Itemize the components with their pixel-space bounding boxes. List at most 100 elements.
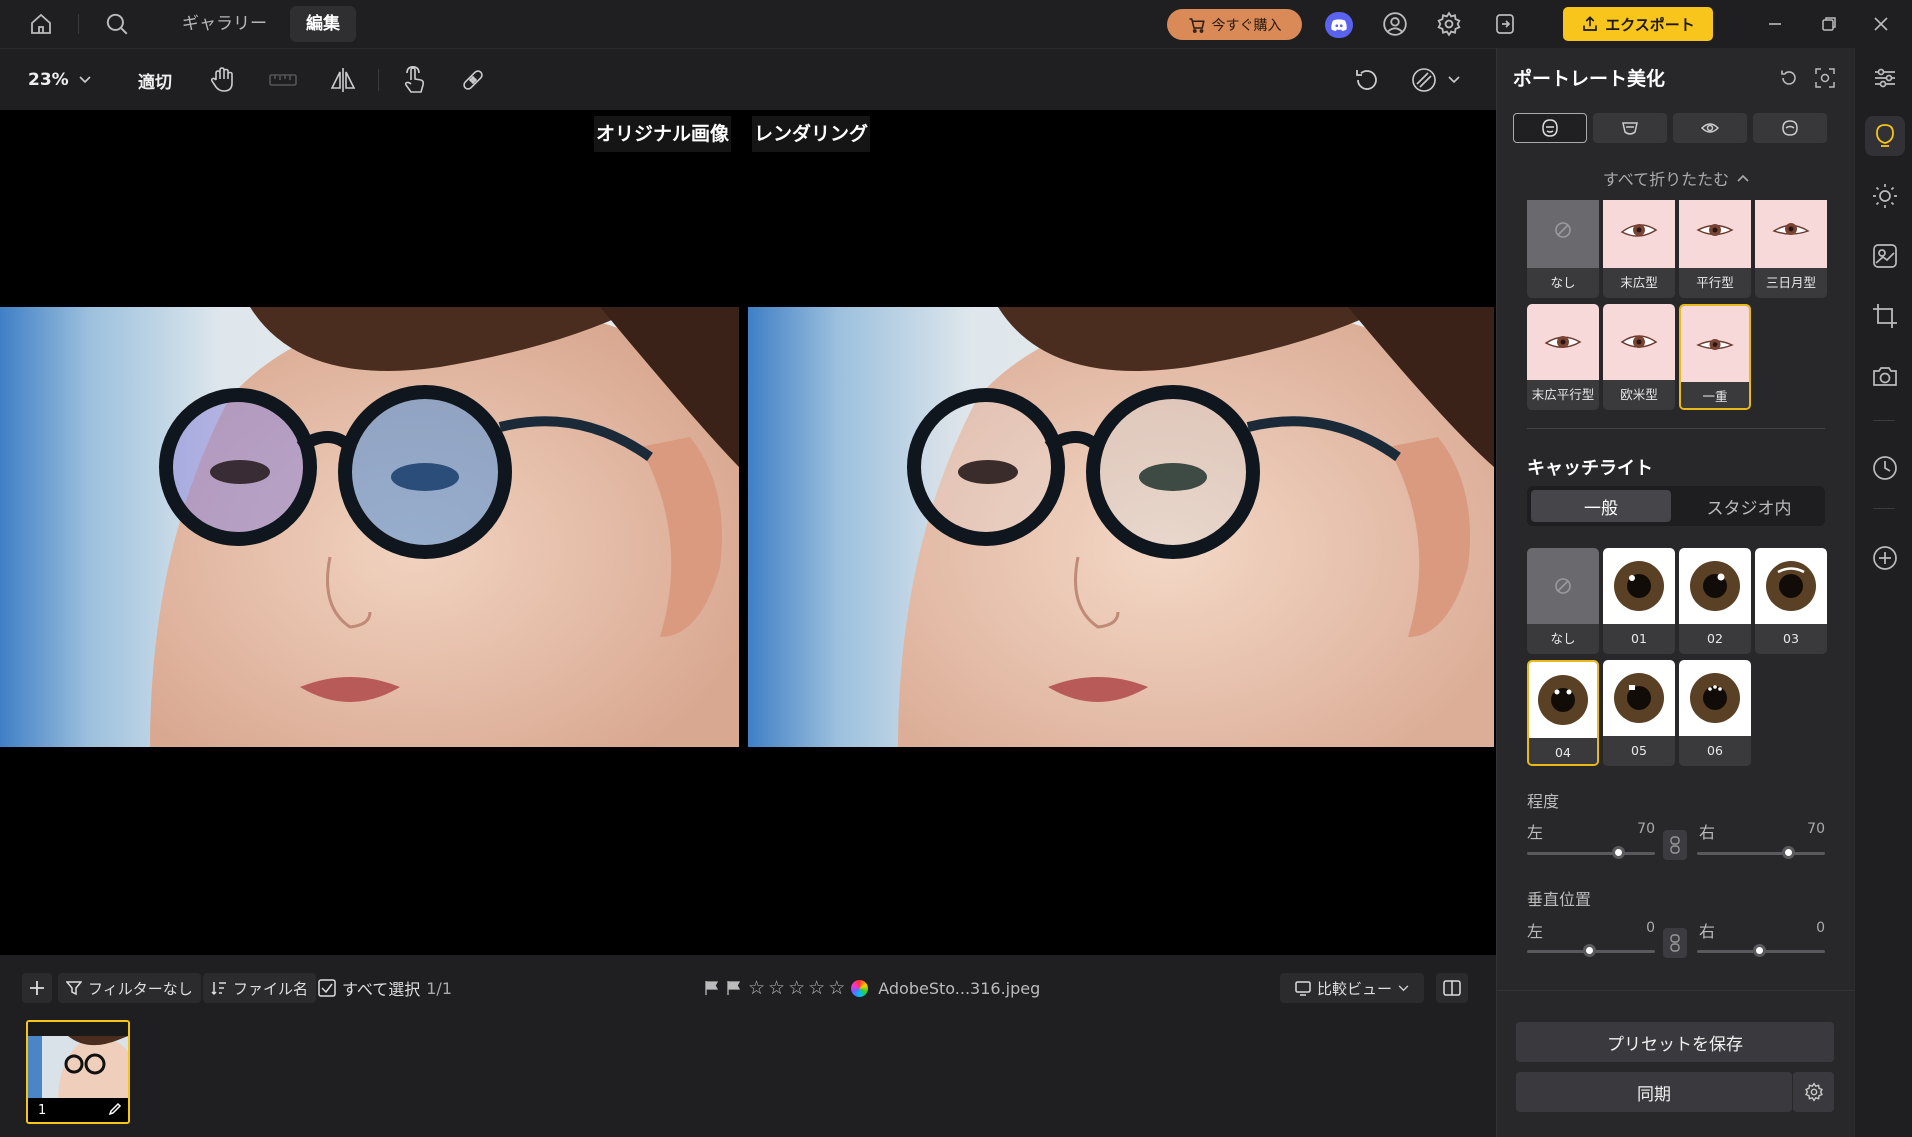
buy-now-button[interactable]: 今すぐ購入	[1167, 9, 1302, 40]
intensity-right-slider[interactable]	[1697, 852, 1825, 855]
link-sliders-button[interactable]	[1663, 928, 1687, 958]
star-icon[interactable]: ☆	[768, 977, 785, 999]
eye-preview-icon	[1681, 306, 1749, 382]
eye-shape-option[interactable]: なし	[1527, 200, 1599, 298]
panel-scroll-area[interactable]: なし 末広型 平行型 三日月型 末広平行型 欧米型 一重 キャッチライト 一般 …	[1497, 200, 1855, 990]
tab-makeup[interactable]	[1593, 113, 1667, 143]
vertical-left-handle[interactable]	[1583, 944, 1596, 957]
eye-shape-option[interactable]: 欧米型	[1603, 304, 1675, 410]
compare-mode-dropdown[interactable]	[1410, 62, 1460, 98]
hand-icon[interactable]	[208, 62, 236, 98]
makeup-icon	[1622, 122, 1638, 135]
face-detect-icon[interactable]	[1815, 68, 1835, 88]
camera-icon[interactable]	[1865, 356, 1905, 396]
export-button[interactable]: エクスポート	[1563, 7, 1713, 41]
intensity-left-slider[interactable]	[1527, 852, 1655, 855]
tab-face[interactable]	[1513, 113, 1587, 143]
eye-shape-label: 平行型	[1679, 268, 1751, 298]
eye-shape-option[interactable]: 末広型	[1603, 200, 1675, 298]
sync-button[interactable]: 同期	[1516, 1072, 1792, 1112]
catchlight-option[interactable]: 06	[1679, 660, 1751, 766]
restore-icon[interactable]	[1814, 9, 1844, 39]
color-label-icon[interactable]	[851, 979, 869, 997]
compare-view-dropdown[interactable]: 比較ビュー	[1280, 973, 1424, 1003]
overlay-icon	[1412, 68, 1436, 92]
chevron-down-icon	[79, 76, 91, 84]
top-bar: ギャラリー 編集 今すぐ購入 エクスポート	[0, 0, 1912, 48]
eye-shape-option[interactable]: 末広平行型	[1527, 304, 1599, 410]
reject-flag-icon[interactable]	[726, 980, 742, 996]
crop-icon[interactable]	[1865, 296, 1905, 336]
color-edit-icon[interactable]	[1865, 236, 1905, 276]
collapse-all-button[interactable]: すべて折りたたむ	[1497, 166, 1855, 190]
star-icon[interactable]: ☆	[828, 977, 845, 999]
link-sliders-button[interactable]	[1663, 830, 1687, 860]
minimize-icon[interactable]	[1760, 9, 1790, 39]
star-icon[interactable]: ☆	[748, 977, 765, 999]
catchlight-label: 04	[1529, 738, 1597, 764]
chevron-up-icon	[1737, 174, 1749, 182]
divider	[1497, 990, 1855, 991]
light-icon[interactable]	[1865, 176, 1905, 216]
star-icon[interactable]: ☆	[788, 977, 805, 999]
zoom-dropdown[interactable]: 23%	[28, 62, 91, 98]
eye-shape-option[interactable]: 三日月型	[1755, 200, 1827, 298]
add-circle-icon[interactable]	[1865, 538, 1905, 578]
search-icon[interactable]	[102, 9, 132, 39]
tab-body[interactable]	[1753, 113, 1827, 143]
split-view-button[interactable]	[1436, 973, 1468, 1003]
catchlight-mode-toggle: 一般 スタジオ内	[1527, 486, 1825, 526]
adjust-sliders-icon[interactable]	[1865, 58, 1905, 98]
star-rating[interactable]: ☆ ☆ ☆ ☆ ☆	[748, 977, 845, 999]
tab-eyes[interactable]	[1673, 113, 1747, 143]
eye-shape-label: 一重	[1681, 382, 1749, 408]
eye-shape-option-selected[interactable]: 一重	[1679, 304, 1751, 410]
image-canvas[interactable]: オリジナル画像 レンダリング	[0, 110, 1496, 955]
rendered-image-label: レンダリング	[752, 116, 871, 152]
account-icon[interactable]	[1380, 9, 1410, 39]
sort-label: ファイル名	[233, 979, 309, 998]
portrait-ai-icon[interactable]	[1865, 116, 1905, 156]
sign-out-icon[interactable]	[1490, 9, 1520, 39]
home-icon[interactable]	[26, 9, 56, 39]
catchlight-option[interactable]: 02	[1679, 548, 1751, 654]
star-icon[interactable]: ☆	[808, 977, 825, 999]
thumbnail[interactable]: 1	[26, 1020, 130, 1124]
eye-shape-option[interactable]: 平行型	[1679, 200, 1751, 298]
reset-icon[interactable]	[1352, 62, 1382, 98]
mode-studio[interactable]: スタジオ内	[1677, 490, 1821, 522]
intensity-right-value: 70	[1807, 821, 1825, 837]
settings-icon[interactable]	[1434, 9, 1464, 39]
flip-icon[interactable]	[328, 62, 358, 98]
bandage-icon[interactable]	[458, 62, 488, 98]
face-icon	[1542, 119, 1558, 137]
vertical-right-handle[interactable]	[1753, 944, 1766, 957]
select-all-checkbox[interactable]: すべて選択 1/1	[318, 973, 452, 1003]
eye-shape-label: 欧米型	[1603, 380, 1675, 410]
catchlight-option[interactable]: 03	[1755, 548, 1827, 654]
save-preset-button[interactable]: プリセットを保存	[1516, 1022, 1834, 1062]
intensity-left-handle[interactable]	[1612, 846, 1625, 859]
buy-now-label: 今すぐ購入	[1211, 17, 1282, 34]
catchlight-label: 01	[1603, 624, 1675, 654]
catchlight-option[interactable]: 01	[1603, 548, 1675, 654]
catchlight-option-selected[interactable]: 04	[1527, 660, 1599, 766]
add-button[interactable]	[22, 973, 52, 1003]
sync-settings-button[interactable]	[1793, 1072, 1834, 1112]
flag-icon[interactable]	[704, 980, 720, 996]
tab-gallery[interactable]: ギャラリー	[166, 6, 283, 42]
history-icon[interactable]	[1865, 448, 1905, 488]
tab-edit[interactable]: 編集	[290, 6, 356, 42]
iris-preview-icon	[1603, 548, 1675, 624]
intensity-right-handle[interactable]	[1782, 846, 1795, 859]
sort-button[interactable]: ファイル名	[203, 973, 317, 1003]
mode-general[interactable]: 一般	[1531, 490, 1671, 522]
catchlight-option[interactable]: 05	[1603, 660, 1675, 766]
discord-icon[interactable]	[1325, 12, 1353, 38]
close-icon[interactable]	[1866, 9, 1896, 39]
filter-button[interactable]: フィルターなし	[58, 973, 201, 1003]
fit-button[interactable]: 適切	[138, 62, 172, 98]
catchlight-option[interactable]: なし	[1527, 548, 1599, 654]
touch-icon[interactable]	[400, 62, 428, 98]
panel-reset-icon[interactable]	[1779, 68, 1799, 88]
